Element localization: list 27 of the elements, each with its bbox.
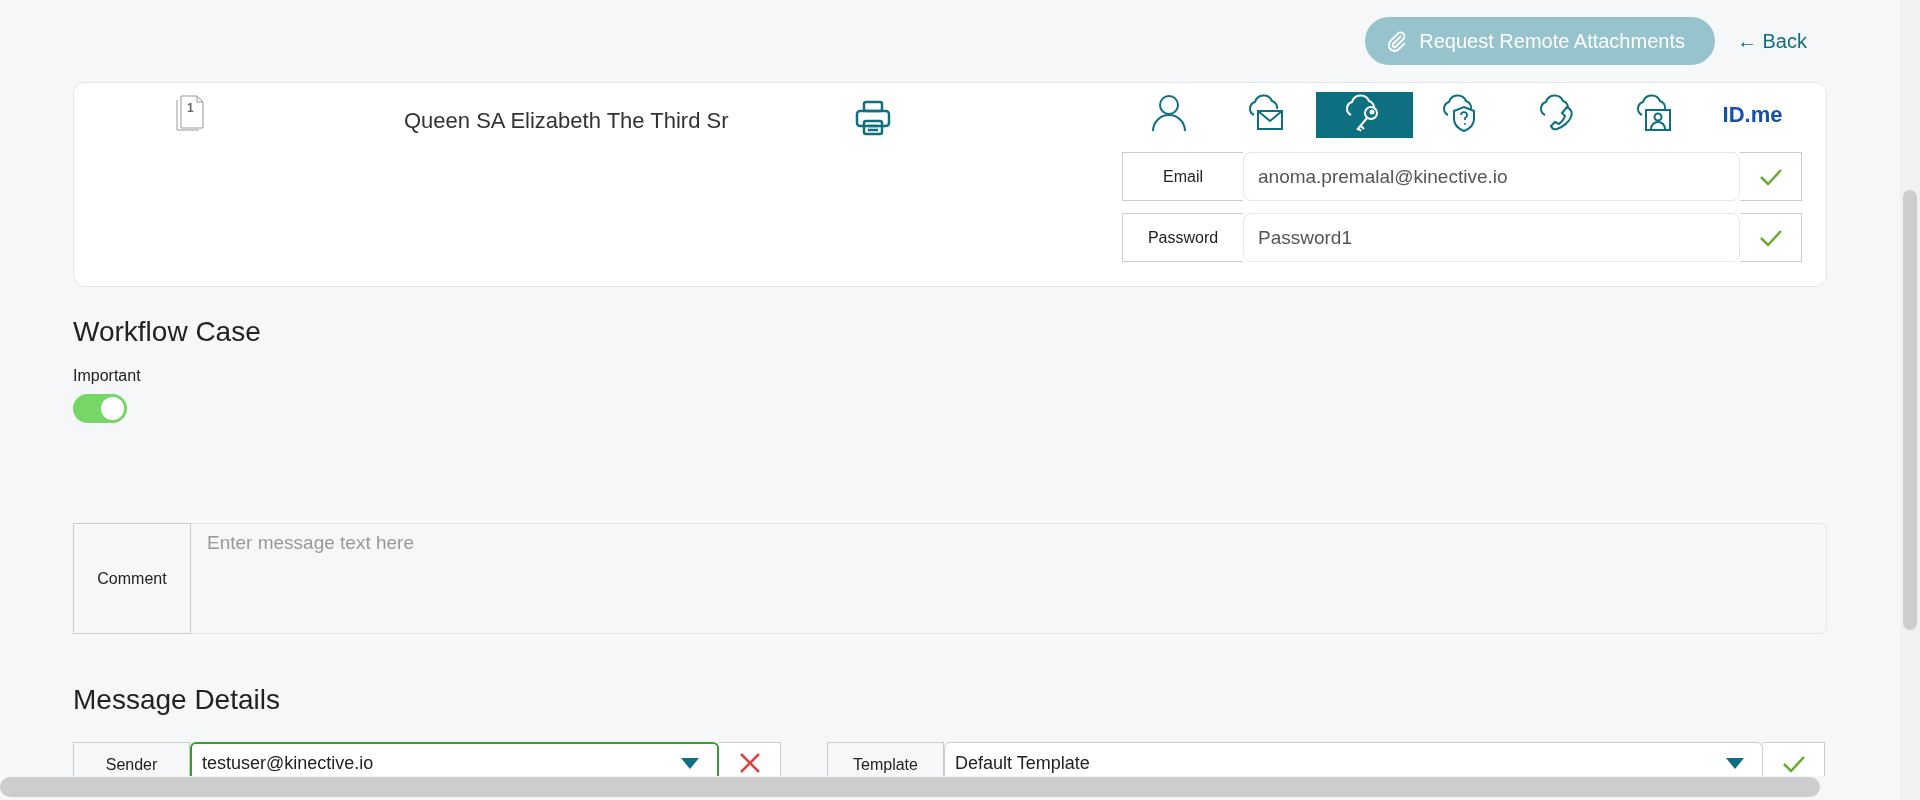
section-heading: Workflow Case bbox=[73, 316, 262, 348]
sender-dropdown[interactable]: testuser@kinective.io bbox=[190, 742, 719, 776]
idme-tab[interactable]: ID.me bbox=[1704, 92, 1801, 138]
field-label: Email bbox=[1122, 152, 1243, 201]
dropdown-value: Default Template bbox=[955, 753, 1090, 774]
template-dropdown[interactable]: Default Template bbox=[944, 742, 1763, 776]
clear-button[interactable] bbox=[719, 742, 781, 776]
comment-field[interactable]: Enter message text here bbox=[191, 523, 1827, 634]
caret-icon bbox=[1726, 758, 1744, 770]
field-label: Password bbox=[1122, 213, 1243, 262]
back-link[interactable]: ← Back bbox=[1736, 29, 1807, 53]
scrollbar-thumb[interactable] bbox=[1903, 190, 1917, 630]
check-icon bbox=[1781, 754, 1806, 774]
confirm-button[interactable] bbox=[1763, 742, 1825, 776]
section-heading: Message Details bbox=[73, 684, 281, 716]
close-icon bbox=[738, 752, 761, 774]
toggle-switch[interactable] bbox=[73, 394, 127, 423]
comment-label: Comment bbox=[73, 523, 191, 634]
customer-name: Queen SA Elizabeth The Third Sr bbox=[404, 108, 729, 134]
dropdown-value: testuser@kinective.io bbox=[202, 753, 374, 774]
contact-tab[interactable] bbox=[1316, 92, 1413, 138]
scrollbar-thumb[interactable] bbox=[0, 777, 1820, 797]
caret-icon bbox=[681, 758, 699, 770]
input-field[interactable]: anoma.premalal@kinective.io bbox=[1243, 152, 1740, 201]
input-field[interactable]: Password1 bbox=[1243, 213, 1740, 262]
paperclip-icon bbox=[1385, 30, 1408, 52]
toggle-label: Important bbox=[73, 367, 142, 385]
